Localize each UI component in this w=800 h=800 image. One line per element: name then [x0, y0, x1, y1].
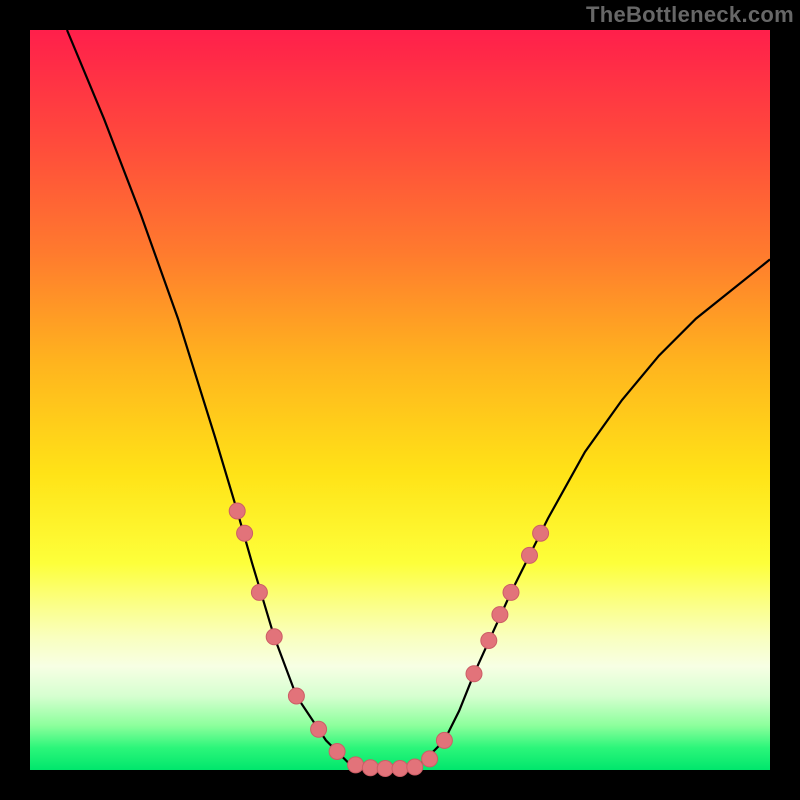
- data-marker: [348, 757, 364, 773]
- data-marker: [503, 584, 519, 600]
- watermark-text: TheBottleneck.com: [586, 2, 794, 28]
- data-marker: [436, 732, 452, 748]
- plot-area: [30, 30, 770, 770]
- data-marker: [311, 721, 327, 737]
- data-marker: [329, 744, 345, 760]
- data-marker: [466, 666, 482, 682]
- data-marker: [492, 607, 508, 623]
- marker-group: [229, 503, 548, 777]
- data-marker: [481, 633, 497, 649]
- curve-svg: [30, 30, 770, 770]
- data-marker: [407, 759, 423, 775]
- data-marker: [377, 761, 393, 777]
- data-marker: [422, 751, 438, 767]
- chart-outer: TheBottleneck.com: [0, 0, 800, 800]
- data-marker: [237, 525, 253, 541]
- data-marker: [251, 584, 267, 600]
- data-marker: [266, 629, 282, 645]
- bottleneck-curve: [67, 30, 770, 770]
- data-marker: [288, 688, 304, 704]
- data-marker: [229, 503, 245, 519]
- data-marker: [392, 761, 408, 777]
- data-marker: [522, 547, 538, 563]
- data-marker: [362, 760, 378, 776]
- data-marker: [533, 525, 549, 541]
